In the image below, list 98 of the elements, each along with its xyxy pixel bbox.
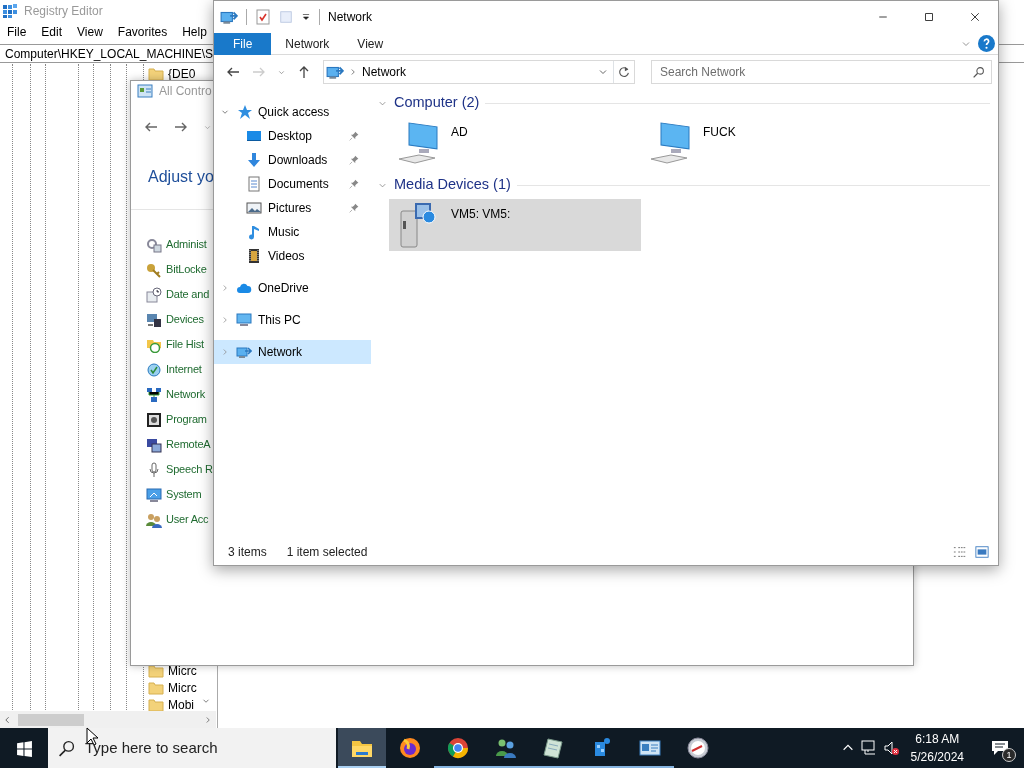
key-icon	[146, 261, 162, 278]
menu-item[interactable]: View	[70, 23, 111, 41]
notepad-icon	[542, 736, 566, 760]
star-icon	[236, 104, 252, 120]
close-icon	[969, 11, 981, 23]
search-field[interactable]: Search Network	[651, 60, 992, 84]
group-heading: Computer (2)	[394, 93, 480, 113]
nav-item[interactable]: Network	[214, 340, 371, 364]
network-icon	[236, 344, 252, 360]
folder-icon	[148, 65, 164, 82]
control-panel-link[interactable]: Date and	[166, 286, 210, 303]
network-icon[interactable]	[860, 740, 877, 756]
large-icons-view-icon[interactable]	[974, 545, 990, 559]
scroll-left-icon	[3, 714, 12, 725]
computer-tile[interactable]: FUCK	[641, 117, 893, 169]
nav-item[interactable]: Quick access	[214, 100, 371, 124]
selection-count: 1 item selected	[286, 544, 368, 561]
menu-item[interactable]: Favorites	[110, 23, 176, 41]
monitor-icon	[146, 486, 162, 503]
devices-icon	[146, 311, 162, 328]
calendar-icon	[146, 286, 162, 303]
download-icon	[246, 152, 262, 168]
users-icon	[146, 511, 162, 528]
menu-item[interactable]: File	[0, 23, 35, 41]
control-panel-link[interactable]: RemoteA	[166, 436, 211, 453]
browser-icon	[446, 736, 470, 760]
notification-button[interactable]: 1	[976, 728, 1024, 768]
nav-item[interactable]: Documents	[214, 172, 371, 196]
search-box[interactable]: Type here to search	[48, 728, 336, 768]
control-panel-link[interactable]: Internet	[166, 361, 202, 378]
gauge-icon	[686, 736, 710, 760]
properties-icon[interactable]	[255, 9, 271, 25]
menu-item[interactable]: Help	[175, 23, 215, 41]
menu-item[interactable]: Edit	[34, 23, 71, 41]
film-icon	[246, 248, 262, 264]
maximize-icon	[923, 11, 935, 23]
ribbon-tab[interactable]: File	[214, 32, 272, 55]
clock[interactable]: 6:18 AM 5/26/2024	[904, 730, 970, 766]
address-bar[interactable]: Network	[323, 60, 635, 84]
muted-speaker-icon[interactable]	[882, 740, 899, 756]
details-view-icon[interactable]	[952, 545, 968, 559]
tree-item[interactable]: {DE0	[148, 65, 196, 82]
nav-item[interactable]: Desktop	[214, 124, 371, 148]
remote-icon	[146, 436, 162, 453]
folder-icon	[148, 696, 164, 713]
notification-badge: 1	[1002, 748, 1016, 762]
control-panel-icon	[137, 83, 153, 99]
taskbar-app[interactable]	[338, 728, 386, 768]
settings-icon	[146, 236, 162, 253]
document-icon	[246, 176, 262, 192]
network-icon	[146, 386, 162, 403]
ribbon-tab[interactable]: Network	[271, 32, 344, 55]
control-panel-link[interactable]: Network	[166, 386, 205, 403]
help-icon[interactable]	[978, 35, 995, 52]
control-panel-link[interactable]: Administ	[166, 236, 207, 253]
page-heading: Adjust yo	[148, 167, 214, 187]
computer-tile[interactable]: AD	[389, 117, 641, 169]
ribbon-tab[interactable]: View	[343, 32, 398, 55]
control-panel-link[interactable]: User Acc	[166, 511, 209, 528]
search-icon	[58, 739, 75, 757]
control-panel-link[interactable]: File Hist	[166, 336, 204, 353]
window-title: Network	[328, 9, 372, 26]
microphone-icon	[146, 461, 162, 478]
window-title: All Contro	[159, 83, 212, 100]
control-panel-link[interactable]: Devices	[166, 311, 204, 328]
nav-item[interactable]: Videos	[214, 244, 371, 268]
desktop-icon	[246, 128, 262, 144]
nav-item[interactable]: Music	[214, 220, 371, 244]
scroll-bar[interactable]	[0, 711, 216, 728]
nav-item[interactable]: Pictures	[214, 196, 371, 220]
windows-logo-icon	[15, 739, 33, 757]
control-panel-link[interactable]: BitLocke	[166, 261, 207, 278]
program-icon	[146, 411, 162, 428]
tree-item[interactable]: Micrc	[148, 679, 197, 696]
refresh-icon	[617, 65, 631, 79]
control-panel-link[interactable]: Speech R	[166, 461, 213, 478]
nav-item[interactable]: OneDrive	[214, 276, 371, 300]
music-icon	[246, 224, 262, 240]
picture-icon	[246, 200, 262, 216]
dropdown-icon[interactable]	[301, 11, 311, 23]
monitor-icon	[236, 312, 252, 328]
search-input[interactable]: Type here to search	[83, 735, 336, 761]
search-icon	[972, 65, 985, 79]
tree-item[interactable]: Micrc	[148, 662, 197, 679]
media-device-tile[interactable]: VM5: VM5:	[389, 199, 641, 251]
search-input[interactable]: Search Network	[658, 62, 972, 82]
globe-icon	[146, 361, 162, 378]
group-heading: Media Devices (1)	[394, 175, 511, 195]
nav-item[interactable]: This PC	[214, 308, 371, 332]
address-path: Computer\HKEY_LOCAL_MACHINE\S	[5, 45, 214, 63]
item-count: 3 items	[228, 544, 267, 561]
nav-item[interactable]: Downloads	[214, 148, 371, 172]
tree-item[interactable]: Mobi	[148, 696, 194, 713]
folder-icon	[148, 679, 164, 696]
registry-icon	[2, 3, 18, 19]
control-panel-link[interactable]: System	[166, 486, 202, 503]
window-title: Registry Editor	[24, 3, 103, 20]
control-panel-link[interactable]: Program	[166, 411, 207, 428]
